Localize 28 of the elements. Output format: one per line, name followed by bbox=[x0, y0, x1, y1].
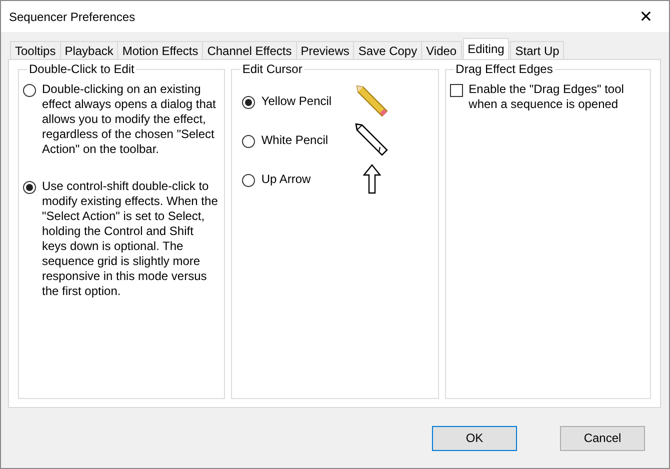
pencil-icon bbox=[355, 123, 390, 157]
radio-label: White Pencil bbox=[261, 133, 330, 147]
radio-label: Use control-shift double-click to modify existing effects. When the "Select Action" is set to Select, holding the Control and Shift keys down is optional. The sequence grid is slightly more responsive in this mode versus the first option. bbox=[42, 179, 218, 299]
radio-button[interactable] bbox=[23, 181, 36, 194]
dialog-button[interactable]: Cancel bbox=[560, 426, 645, 450]
window-title: Sequencer Preferences bbox=[9, 10, 136, 24]
radio-button[interactable] bbox=[242, 134, 256, 148]
group-title: Double-Click to Edit bbox=[28, 62, 136, 76]
tab[interactable]: Playback bbox=[60, 41, 118, 59]
checkbox[interactable] bbox=[450, 84, 463, 97]
group-title: Drag Effect Edges bbox=[454, 62, 554, 76]
checkbox-label: Enable the "Drag Edges" tool when a sequence is opened bbox=[468, 82, 625, 112]
tab[interactable]: Video bbox=[421, 41, 462, 59]
pencil-icon bbox=[355, 84, 390, 118]
tab[interactable]: Tooltips bbox=[10, 41, 61, 59]
tab[interactable]: Editing bbox=[462, 38, 510, 59]
radio-button[interactable] bbox=[242, 174, 256, 186]
tab[interactable]: Save Copy bbox=[353, 41, 422, 59]
radio-label: Up Arrow bbox=[261, 172, 312, 186]
dialog-button[interactable]: OK bbox=[432, 426, 517, 450]
close-button[interactable]: ✕ bbox=[623, 1, 669, 32]
radio-button[interactable] bbox=[23, 84, 36, 97]
radio-label: Yellow Pencil bbox=[261, 94, 333, 108]
up-arrow-icon bbox=[363, 164, 382, 194]
group-title: Edit Cursor bbox=[241, 62, 304, 76]
tab[interactable]: Start Up bbox=[510, 41, 564, 59]
radio-label: Double-clicking on an existing effect always opens a dialog that allows you to modify the effect, regardless of the chosen "Select Action" on the toolbar. bbox=[42, 82, 217, 157]
radio-button[interactable] bbox=[242, 96, 256, 108]
